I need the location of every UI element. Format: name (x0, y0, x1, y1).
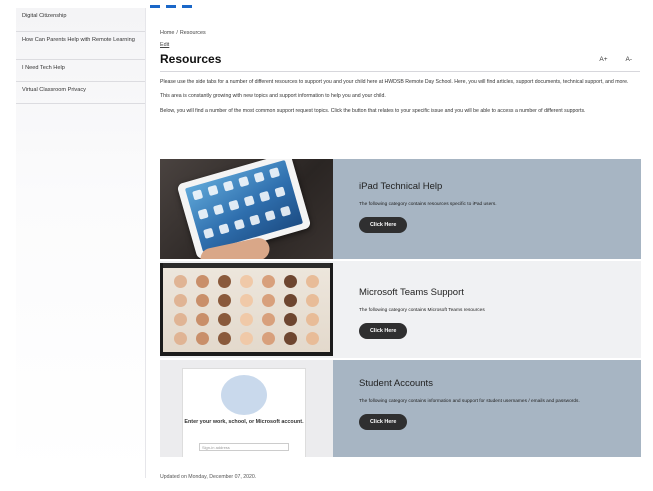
category-card-ipad: iPad Technical Help The following catego… (160, 159, 641, 261)
participant-avatar-icon (306, 294, 319, 308)
participant-avatar-icon (174, 331, 187, 345)
participant-avatar-icon (262, 294, 275, 308)
teams-click-here-button[interactable]: Click Here (359, 323, 408, 340)
ipad-photo-icon (160, 159, 333, 259)
card-body: Student Accounts The following category … (333, 360, 641, 457)
growth-paragraph: This area is constantly growing with new… (160, 93, 386, 100)
sidebar-item-tech-help[interactable]: I Need Tech Help (16, 60, 145, 82)
participant-avatar-icon (284, 331, 297, 345)
instructions-paragraph: Below, you will find a number of the mos… (160, 107, 586, 114)
divider (160, 71, 640, 72)
participant-avatar-icon (240, 312, 253, 326)
category-card-accounts: Enter your work, school, or Microsoft ac… (160, 360, 641, 459)
participant-avatar-icon (284, 294, 297, 308)
participant-avatar-icon (240, 294, 253, 308)
participant-avatar-icon (196, 294, 209, 308)
sidebar-item-parents-help[interactable]: How Can Parents Help with Remote Learnin… (16, 32, 145, 60)
header-logo-fragment (150, 0, 210, 8)
card-description: The following category contains resource… (359, 202, 497, 207)
card-body: iPad Technical Help The following catego… (333, 159, 641, 259)
font-increase-button[interactable]: A+ (599, 56, 607, 63)
participant-avatar-icon (196, 275, 209, 289)
accounts-click-here-button[interactable]: Click Here (359, 414, 408, 431)
card-title: iPad Technical Help (359, 181, 443, 192)
teams-gallery-photo-icon (160, 261, 333, 358)
breadcrumb-home[interactable]: Home (160, 30, 174, 36)
participant-avatar-icon (218, 275, 231, 289)
participant-avatar-icon (306, 331, 319, 345)
sign-in-field: Sign-in address (199, 443, 289, 451)
breadcrumb: Home / Resources (160, 30, 640, 36)
main-content: Home / Resources Edit Resources A+ A- Plea… (160, 30, 640, 115)
card-description: The following category contains Microsof… (359, 308, 485, 313)
page-title: Resources (160, 52, 222, 66)
participant-avatar-icon (196, 312, 209, 326)
card-description: The following category contains informat… (359, 399, 580, 404)
font-decrease-button[interactable]: A- (626, 56, 633, 63)
participant-avatar-icon (174, 312, 187, 326)
participant-avatar-icon (196, 331, 209, 345)
participant-avatar-icon (174, 275, 187, 289)
breadcrumb-separator: / (176, 30, 178, 36)
font-size-controls: A+ A- (599, 56, 632, 63)
breadcrumb-current: Resources (179, 30, 206, 36)
participant-avatar-icon (262, 331, 275, 345)
category-card-teams: Microsoft Teams Support The following ca… (160, 261, 641, 360)
sidebar: Digital Citizenship How Can Parents Help… (16, 8, 146, 478)
participant-avatar-icon (218, 312, 231, 326)
ipad-click-here-button[interactable]: Click Here (359, 217, 408, 234)
sign-in-prompt: Enter your work, school, or Microsoft ac… (184, 419, 304, 425)
sign-in-screenshot-icon: Enter your work, school, or Microsoft ac… (160, 360, 333, 457)
intro-paragraph: Please use the side tabs for a number of… (160, 79, 629, 85)
participant-avatar-icon (174, 294, 187, 308)
participant-avatar-icon (284, 275, 297, 289)
participant-avatar-icon (284, 312, 297, 326)
participant-avatar-icon (218, 294, 231, 308)
participant-avatar-icon (262, 312, 275, 326)
participant-avatar-icon (240, 331, 253, 345)
sidebar-item-classroom-privacy[interactable]: Virtual Classroom Privacy (16, 82, 145, 104)
updated-date: Updated on Monday, December 07, 2020. (160, 474, 257, 480)
card-title: Microsoft Teams Support (359, 287, 464, 298)
support-categories: iPad Technical Help The following catego… (160, 159, 641, 459)
card-body: Microsoft Teams Support The following ca… (333, 261, 641, 358)
title-row: Resources A+ A- (160, 52, 640, 66)
card-title: Student Accounts (359, 378, 433, 389)
participant-avatar-icon (240, 275, 253, 289)
participant-avatar-icon (262, 275, 275, 289)
participant-avatar-icon (306, 312, 319, 326)
participant-avatar-icon (218, 331, 231, 345)
participant-avatar-icon (306, 275, 319, 289)
sidebar-item-digital-citizenship[interactable]: Digital Citizenship (16, 8, 145, 32)
edit-link[interactable]: Edit (160, 42, 640, 48)
